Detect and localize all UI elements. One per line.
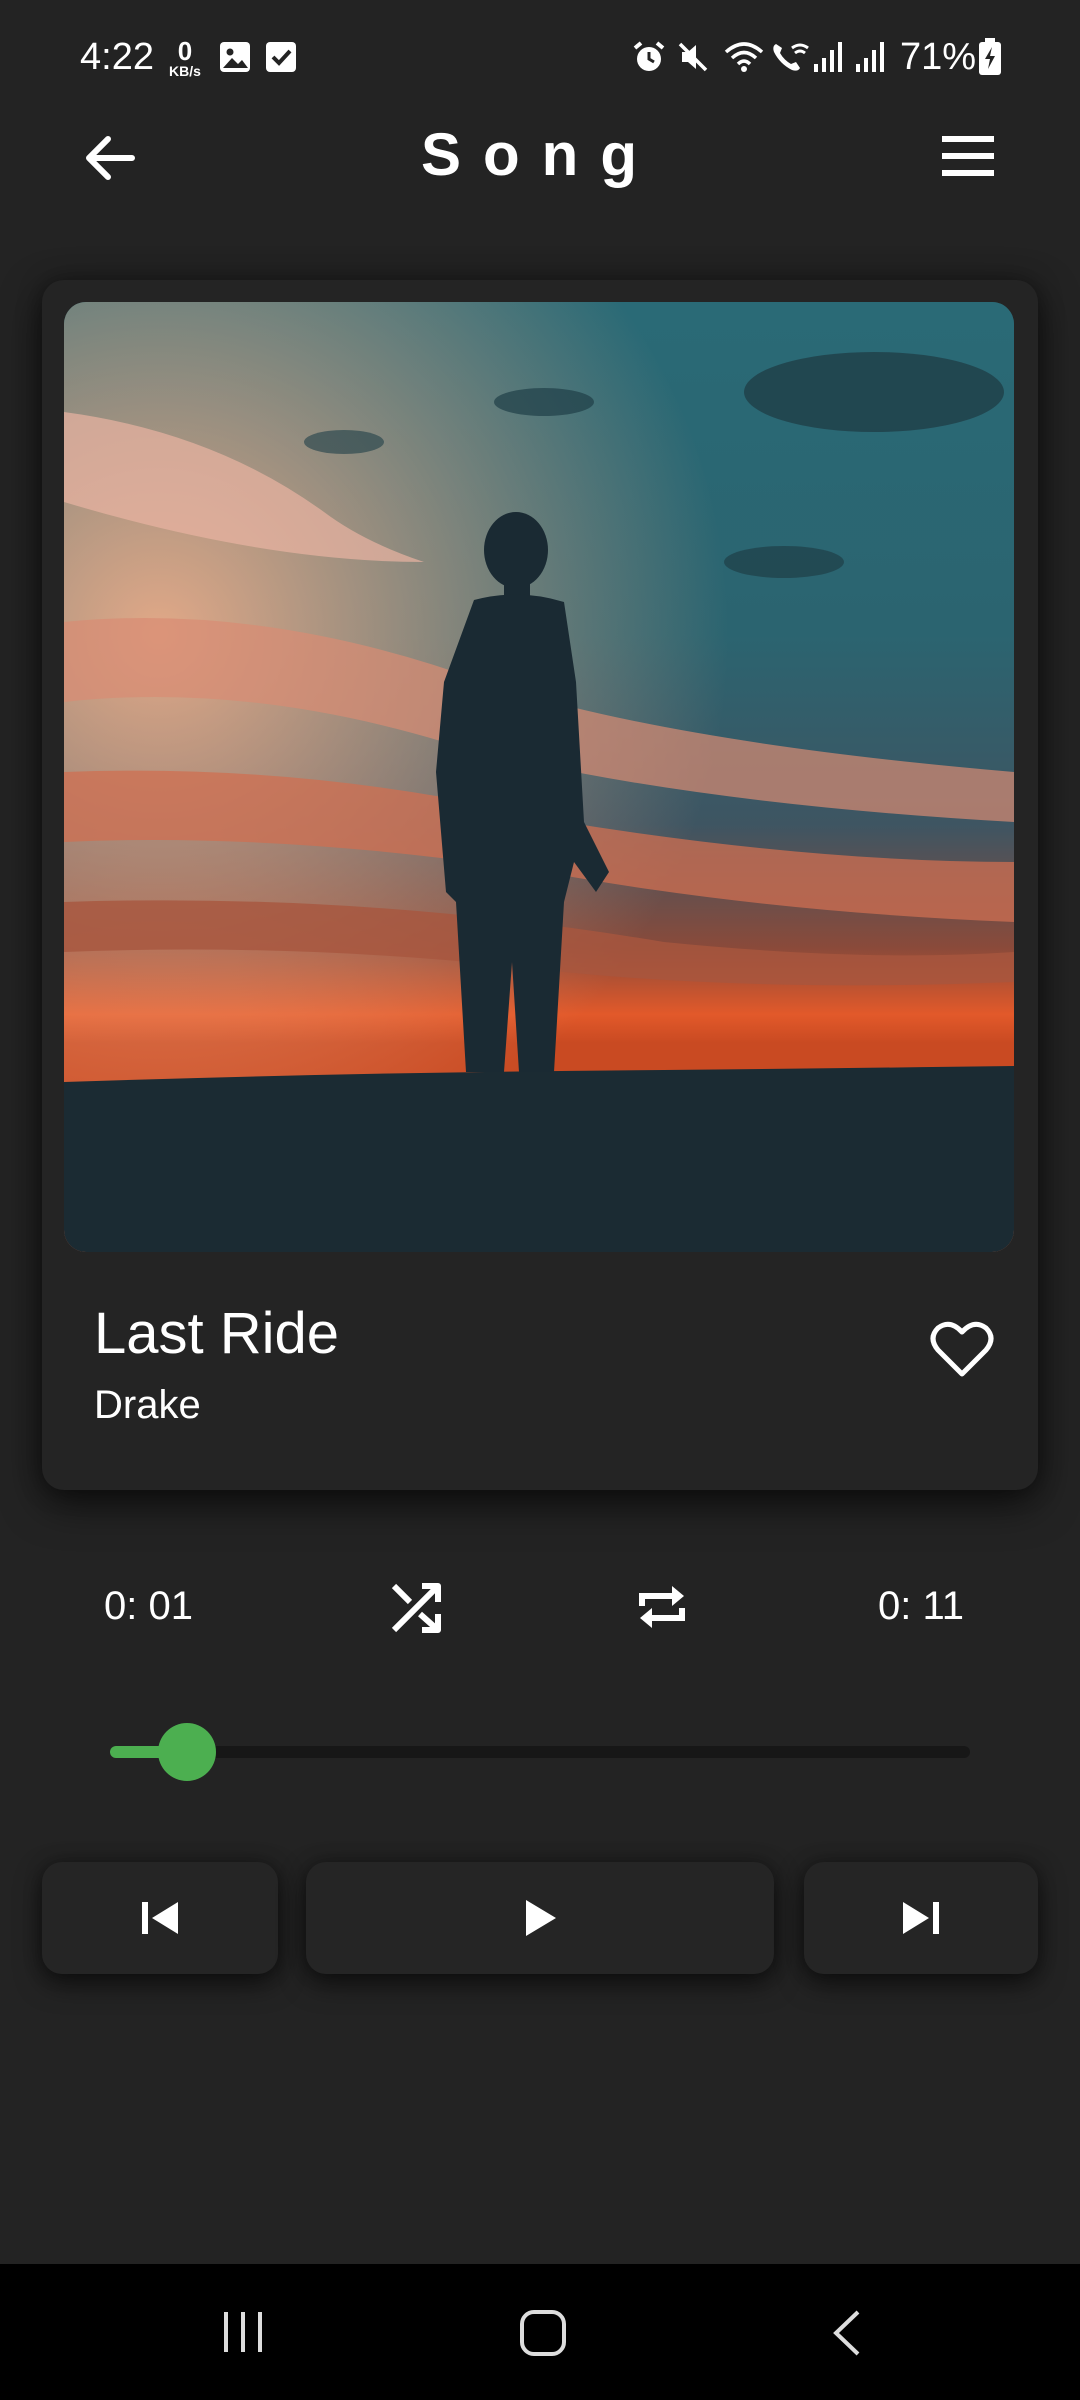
hamburger-menu-icon (942, 136, 994, 176)
system-nav-bar (0, 2264, 1080, 2400)
seek-bar[interactable] (110, 1723, 970, 1781)
next-button[interactable] (804, 1862, 1038, 1974)
seek-thumb[interactable] (158, 1723, 217, 1781)
net-speed-unit: KB/s (169, 63, 201, 79)
shuffle-button[interactable] (388, 1580, 444, 1636)
skip-next-icon (903, 1902, 939, 1934)
play-icon (526, 1900, 556, 1936)
menu-button[interactable] (940, 130, 996, 182)
song-card: Last Ride Drake (42, 280, 1038, 1490)
wifi-icon (722, 40, 766, 79)
signal-icon (854, 40, 890, 79)
repeat-icon (639, 1586, 685, 1628)
silhouette-sunset-artwork (64, 302, 1014, 1252)
page-title: Song (421, 121, 659, 188)
battery-percent: 71% (900, 36, 977, 78)
play-button[interactable] (306, 1862, 774, 1974)
repeat-button[interactable] (634, 1578, 690, 1636)
alarm-icon (632, 40, 666, 79)
skip-previous-icon (142, 1902, 178, 1934)
home-button[interactable] (518, 2308, 568, 2363)
album-artwork (64, 302, 1014, 1252)
elapsed-time: 0: 01 (104, 1584, 193, 1628)
home-icon (520, 2310, 566, 2356)
song-artist: Drake (94, 1383, 201, 1427)
previous-button[interactable] (42, 1862, 278, 1974)
gallery-icon (218, 40, 252, 79)
favorite-button[interactable] (930, 1320, 994, 1380)
battery-charging-icon (978, 38, 1002, 81)
heart-outline-icon (930, 1321, 994, 1377)
signal-icon (812, 40, 848, 79)
shuffle-icon (391, 1583, 441, 1633)
net-speed: 0 KB/s (164, 38, 206, 78)
song-title: Last Ride (94, 1301, 340, 1366)
status-time: 4:22 (80, 36, 154, 78)
checkbox-icon (264, 40, 298, 79)
app-header: Song (0, 100, 1080, 210)
back-nav-button[interactable] (826, 2308, 866, 2363)
recent-apps-button[interactable] (218, 2308, 268, 2361)
mute-icon (676, 40, 710, 79)
net-speed-value: 0 (177, 36, 193, 66)
recent-apps-icon (224, 2312, 262, 2352)
total-time: 0: 11 (878, 1584, 964, 1628)
back-icon (833, 2310, 860, 2356)
wifi-call-icon (770, 40, 810, 79)
